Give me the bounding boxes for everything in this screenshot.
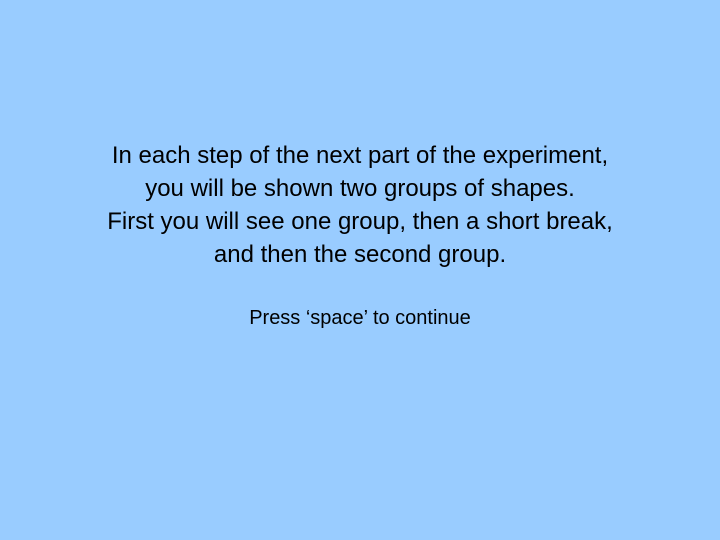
continue-prompt: Press ‘space’ to continue bbox=[249, 307, 471, 329]
instruction-line-4: and then the second group. bbox=[213, 241, 507, 268]
instruction-line-2: you will be shown two groups of shapes. bbox=[145, 175, 575, 202]
instruction-text: In each step of the next part of the exp… bbox=[0, 139, 720, 271]
instruction-line-3: First you will see one group, then a sho… bbox=[107, 208, 613, 235]
instruction-line-1: In each step of the next part of the exp… bbox=[111, 142, 609, 169]
